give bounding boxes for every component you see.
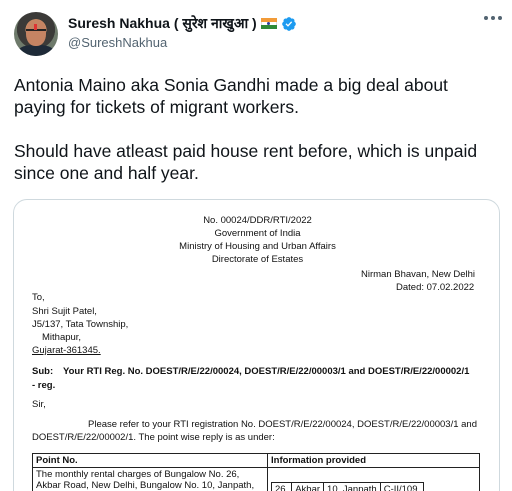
inner-cell-3: 10, Janpath (323, 482, 381, 491)
author-name-line[interactable]: Suresh Nakhua ( सुरेश नाखुआ ) (68, 14, 297, 33)
doc-table: Point No. Information provided The month… (32, 453, 480, 491)
author-handle[interactable]: @SureshNakhua (68, 35, 167, 50)
table-header-info: Information provided (267, 453, 480, 468)
doc-body-2: DOEST/R/E/22/00002/1. The point wise rep… (32, 432, 275, 443)
doc-sub-text: Your RTI Reg. No. DOEST/R/E/22/00024, DO… (63, 366, 470, 377)
table-header-point: Point No. (32, 453, 268, 468)
doc-directorate: Directorate of Estates (211, 254, 304, 265)
verified-badge-icon (281, 16, 296, 31)
display-name[interactable]: Suresh Nakhua ( सुरेश नाखुआ ) (68, 14, 257, 33)
doc-ministry: Ministry of Housing and Urban Affairs (179, 241, 336, 252)
inner-cell-1: 26, (270, 482, 293, 491)
doc-dated: Dated: 07.02.2022 (396, 282, 475, 293)
india-flag-icon (260, 18, 277, 29)
inner-cell-2: Akbar (291, 482, 325, 491)
doc-gov: Government of India (214, 228, 301, 239)
doc-body-1: Please refer to your RTI registration No… (88, 419, 477, 430)
doc-addr-3: Mithapur, (42, 332, 82, 343)
doc-to: To, (32, 292, 45, 303)
avatar[interactable] (14, 12, 58, 56)
rti-document: No. 00024/DDR/RTI/2022 Government of Ind… (14, 200, 499, 491)
table-cell-text-1: The monthly rental charges of Bungalow N… (36, 469, 240, 480)
doc-place: Nirman Bhavan, New Delhi (361, 269, 476, 280)
doc-addr-4: Gujarat-361345. (32, 345, 101, 356)
more-options-icon[interactable] (484, 16, 502, 22)
doc-salutation: Sir, (32, 399, 46, 410)
doc-addr-1: Shri Sujit Patel, (32, 306, 97, 317)
table-inner: 26, Akbar 10, Janpath C-II/109, (270, 482, 425, 491)
table-cell-text-2: Akbar Road, New Delhi, Bungalow No. 10, … (36, 480, 255, 491)
tweet-header: Suresh Nakhua ( सुरेश नाखुआ ) @SureshNak… (0, 0, 512, 60)
table-row: The monthly rental charges of Bungalow N… (32, 467, 480, 491)
tweet-media-image[interactable]: No. 00024/DDR/RTI/2022 Government of Ind… (13, 199, 500, 491)
doc-sub-text-2: - reg. (32, 380, 56, 391)
tweet-paragraph-1: Antonia Maino aka Sonia Gandhi made a bi… (14, 75, 448, 117)
tweet-text: Antonia Maino aka Sonia Gandhi made a bi… (14, 74, 500, 206)
doc-ref-no: No. 00024/DDR/RTI/2022 (203, 215, 312, 226)
tweet-paragraph-2: Should have atleast paid house rent befo… (14, 141, 478, 183)
doc-addr-2: J5/137, Tata Township, (32, 319, 129, 330)
inner-cell-4: C-II/109, (379, 482, 425, 491)
doc-sub-label: Sub: (32, 366, 54, 377)
